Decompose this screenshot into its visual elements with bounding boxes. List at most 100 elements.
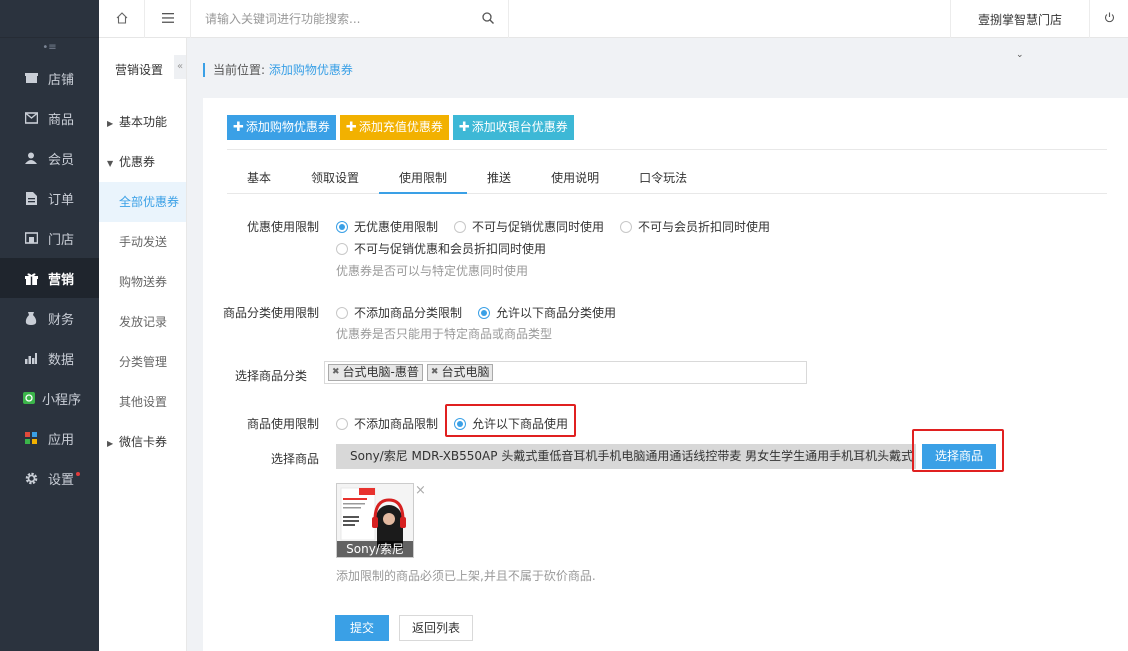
top-header: 壹捌掌智慧门店	[99, 0, 1128, 38]
tag-label: 台式电脑	[441, 365, 490, 379]
home-icon	[116, 11, 128, 27]
chart-icon	[24, 351, 38, 365]
subnav-item-issue-records[interactable]: 发放记录	[99, 302, 186, 342]
radio-label: 不可与会员折扣同时使用	[638, 220, 771, 234]
miniapp-icon	[22, 391, 36, 405]
radio-circle	[454, 220, 466, 233]
tab-bar: 基本 领取设置 使用限制 推送 使用说明 口令玩法	[227, 168, 1107, 194]
sidebar-item-order[interactable]: 订单	[0, 178, 99, 218]
radio-circle	[336, 242, 348, 255]
remove-tag-icon[interactable]: ✖	[431, 365, 439, 380]
highlight-box	[912, 429, 1004, 472]
chevron-down-icon[interactable]: ⌄	[1016, 50, 1024, 60]
menu-toggle-button[interactable]	[145, 0, 191, 38]
radio-no-coupon-limit[interactable]: 无优惠使用限制	[336, 218, 438, 235]
sidebar-collapse-icon[interactable]: •≡	[0, 38, 99, 58]
category-tag-input[interactable]: ✖ 台式电脑-惠普 ✖ 台式电脑	[324, 361, 807, 384]
subnav-item-shopping-gift[interactable]: 购物送券	[99, 262, 186, 302]
tab-usage-notes[interactable]: 使用说明	[531, 168, 619, 194]
search-input[interactable]	[205, 9, 465, 29]
subnav-item-other-settings[interactable]: 其他设置	[99, 382, 186, 422]
tab-receive-settings[interactable]: 领取设置	[291, 168, 379, 194]
radio-label: 不可与促销优惠同时使用	[472, 220, 605, 234]
sidebar-top	[0, 0, 99, 38]
tag-label: 台式电脑-惠普	[342, 365, 419, 379]
subnav-group-wechat-card[interactable]: ▶ 微信卡券	[99, 422, 186, 462]
power-icon	[1104, 12, 1115, 26]
sidebar-item-shop[interactable]: 门店	[0, 218, 99, 258]
subnav-item-manual-send[interactable]: 手动发送	[99, 222, 186, 262]
select-product-label: 选择商品	[270, 452, 319, 466]
add-cashier-coupon-button[interactable]: ✚ 添加收银台优惠券	[452, 115, 574, 140]
subnav-group-label: 微信卡券	[119, 435, 168, 449]
remove-product-icon[interactable]: ×	[415, 483, 426, 498]
sidebar-item-store[interactable]: 店铺	[0, 58, 99, 98]
sidebar-item-settings[interactable]: 设置	[0, 458, 99, 498]
breadcrumb: 当前位置: 添加购物优惠券	[203, 63, 353, 77]
menu-icon	[161, 12, 174, 26]
gift-icon	[24, 271, 38, 285]
breadcrumb-current[interactable]: 添加购物优惠券	[269, 63, 353, 77]
store-name[interactable]: 壹捌掌智慧门店	[950, 0, 1090, 38]
remove-tag-icon[interactable]: ✖	[332, 365, 340, 380]
subnav-group-basic[interactable]: ▶ 基本功能	[99, 102, 186, 142]
product-limit-label: 商品使用限制	[246, 417, 319, 431]
category-tag: ✖ 台式电脑-惠普	[328, 364, 423, 381]
product-icon	[24, 111, 38, 125]
back-to-list-button[interactable]: 返回列表	[399, 615, 473, 641]
category-limit-label: 商品分类使用限制	[222, 306, 319, 320]
submit-button[interactable]: 提交	[335, 615, 389, 641]
radio-no-promo-combine[interactable]: 不可与促销优惠同时使用	[454, 218, 604, 235]
plus-icon: ✚	[458, 120, 470, 135]
tab-usage-limits[interactable]: 使用限制	[379, 168, 468, 194]
sidebar-item-member[interactable]: 会员	[0, 138, 99, 178]
member-icon	[24, 151, 38, 165]
caret-down-icon: ▼	[107, 159, 114, 168]
sidebar-item-label: 数据	[48, 352, 75, 368]
sidebar-item-apps[interactable]: 应用	[0, 418, 99, 458]
radio-no-category-limit[interactable]: 不添加商品分类限制	[336, 304, 462, 321]
sidebar-item-label: 营销	[48, 272, 75, 288]
radio-circle	[336, 220, 348, 233]
caret-right-icon: ▶	[107, 119, 114, 128]
sidebar-item-label: 设置	[48, 472, 75, 488]
gear-icon	[24, 471, 38, 485]
select-category-label: 选择商品分类	[234, 369, 307, 383]
radio-label: 不添加商品限制	[354, 417, 439, 431]
radio-no-member-combine[interactable]: 不可与会员折扣同时使用	[620, 218, 770, 235]
button-label: 添加购物优惠券	[245, 120, 330, 134]
sidebar-item-marketing[interactable]: 营销	[0, 258, 99, 298]
sidebar-item-label: 应用	[48, 432, 75, 448]
button-label: 添加收银台优惠券	[471, 120, 568, 134]
tab-push[interactable]: 推送	[467, 168, 531, 194]
subnav-group-coupon[interactable]: ▼ 优惠券	[99, 142, 186, 182]
radio-circle	[336, 306, 348, 319]
breadcrumb-prefix: 当前位置:	[213, 63, 266, 77]
shop-icon	[24, 231, 38, 245]
search-icon[interactable]	[482, 12, 494, 27]
sub-sidebar-title: 营销设置	[115, 63, 164, 77]
plus-icon: ✚	[233, 120, 244, 135]
sidebar-item-finance[interactable]: 财务	[0, 298, 99, 338]
tab-password-play[interactable]: 口令玩法	[619, 168, 707, 194]
radio-allow-categories[interactable]: 允许以下商品分类使用	[478, 304, 616, 321]
sidebar-item-product[interactable]: 商品	[0, 98, 99, 138]
sidebar-item-miniapp[interactable]: 小程序	[0, 378, 99, 418]
home-button[interactable]	[99, 0, 145, 38]
add-shopping-coupon-button[interactable]: ✚ 添加购物优惠券	[227, 115, 336, 140]
add-recharge-coupon-button[interactable]: ✚ 添加充值优惠券	[339, 115, 449, 140]
coupon-limit-hint: 优惠券是否可以与特定优惠同时使用	[336, 264, 529, 278]
subnav-item-all-coupons[interactable]: 全部优惠券	[99, 182, 186, 222]
main-sidebar: •≡ 店铺 商品 会员 订单 门店 营销 财务 数据 小程序 应用 设置	[0, 0, 99, 651]
radio-no-product-limit[interactable]: 不添加商品限制	[336, 415, 438, 432]
logout-button[interactable]	[1090, 0, 1128, 38]
divider	[227, 149, 1107, 150]
subnav-group-label: 基本功能	[119, 115, 168, 129]
product-thumbnail: Sony/索尼	[336, 483, 414, 558]
tab-basic[interactable]: 基本	[227, 168, 291, 194]
subnav-item-category-manage[interactable]: 分类管理	[99, 342, 186, 382]
radio-no-promo-member-combine[interactable]: 不可与促销优惠和会员折扣同时使用	[336, 240, 546, 257]
collapse-icon[interactable]: «	[174, 55, 186, 79]
sidebar-item-data[interactable]: 数据	[0, 338, 99, 378]
sidebar-item-label: 门店	[48, 232, 75, 248]
